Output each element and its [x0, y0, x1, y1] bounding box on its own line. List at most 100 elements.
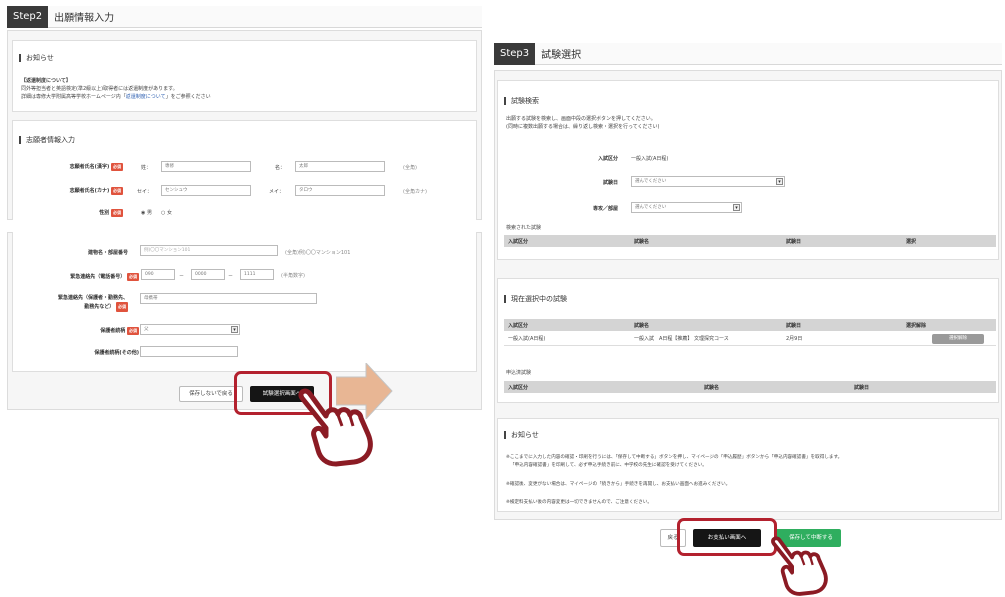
phone-dash-1: －: [179, 273, 185, 279]
step3-notice-line4: ※検定料支払い後の内容変更は一切できませんので、ご注意ください。: [506, 500, 652, 505]
kanji-note: (全角): [403, 165, 417, 171]
required-badge: 必須: [127, 273, 139, 281]
step3-title: 試験選択: [541, 50, 582, 61]
col-category: 入試区分: [508, 385, 529, 391]
phone-note: (半角数字): [281, 273, 305, 279]
select-chevron-icon: ▾: [776, 178, 783, 185]
building-input[interactable]: 例)〇〇マンション101: [140, 245, 278, 256]
table-row: 一般入試(A日程) 一般入試 A日程【推薦】 文理探究コース 2月9日 選択解除: [504, 332, 996, 346]
phone-dash-2: －: [228, 273, 234, 279]
step2-header: Step2 出願情報入力: [7, 5, 482, 28]
search-desc-1: 出願する試験を検索し、画面中段の選択ボタンを押してください。: [506, 116, 656, 122]
guardian-relation-other-input[interactable]: [140, 346, 238, 357]
row-exam-date: 2月9日: [786, 336, 803, 342]
emergency-name-input[interactable]: 母携帯: [140, 293, 317, 304]
col-exam-name: 試験名: [704, 385, 720, 391]
required-badge: 必須: [116, 302, 128, 312]
guardian-card: 建物名・部屋番号 例)〇〇マンション101 (全角)例)〇〇マンション101 緊…: [12, 232, 477, 372]
right-arrow-icon: [336, 363, 393, 419]
step3-badge: Step3: [494, 42, 536, 65]
surname-kana-input[interactable]: センシュウ: [161, 185, 251, 196]
col-deselect: 選択解除: [906, 323, 927, 329]
surname-kanji-prefix: 姓：: [141, 165, 152, 171]
exam-date-select[interactable]: 選んでください ▾: [631, 176, 785, 187]
notice-line1: 同外等担当者と英語検定(準2級以上)取得者には返還制度があります。: [21, 86, 178, 92]
step3-notice-line2: 「申込内容確認書」を印刷して、必ず申込手続き前に、中学校の先生に確認を受けてくだ…: [510, 463, 707, 468]
exam-category-label: 入試区分: [597, 156, 618, 162]
course-label: 専攻／部屋: [592, 206, 618, 212]
step2-notice-title: お知らせ: [19, 54, 54, 62]
step3-notice-line3: ※確認後、変更がない場合は、マイページの「続きから」手続きを再開し、お支払い画面…: [506, 482, 731, 487]
guardian-relation-label: 保護者続柄 必須: [100, 327, 139, 335]
given-kana-prefix: メイ：: [269, 189, 285, 195]
deselect-button[interactable]: 選択解除: [932, 334, 984, 344]
applicant-info-card: 志願者情報入力 志願者氏名(漢字) 必須 姓： 専修 名： 太郎 (全角) 志願…: [12, 120, 477, 220]
exam-search-title: 試験検索: [504, 97, 539, 105]
name-kanji-label: 志願者氏名(漢字) 必須: [69, 163, 123, 171]
current-selection-card: 現在選択中の試験 入試区分 試験名 試験日 選択解除 一般入試(A日程) 一般入…: [497, 278, 999, 403]
step3-notice-line1: ※ここまでに入力した内容の確認・印刷を行うには、「保存して中断する」ボタンを押し…: [506, 455, 843, 460]
search-results-label: 検索された試験: [506, 225, 542, 231]
col-select: 選択: [906, 239, 917, 245]
gender-label: 性別 必須: [99, 209, 123, 217]
select-chevron-icon: ▾: [733, 204, 740, 211]
name-kana-label: 志願者氏名(カナ) 必須: [69, 187, 123, 195]
col-category: 入試区分: [508, 239, 529, 245]
notice-heading: 【返還制度について】: [21, 78, 71, 84]
step3-notice-card: お知らせ ※ここまでに入力した内容の確認・印刷を行うには、「保存して中断する」ボ…: [497, 418, 999, 512]
step2-title: 出願情報入力: [54, 13, 115, 24]
kana-note: (全角カナ): [403, 189, 427, 195]
step2-notice-card: お知らせ 【返還制度について】 同外等担当者と英語検定(準2級以上)取得者には返…: [12, 40, 477, 112]
search-desc-2: (同時に複数出願する場合は、繰り返し検索・選択を行ってください): [506, 124, 660, 130]
emergency-name-label: 緊急連絡先（保護者・勤務先、 勤務先など） 必須: [57, 295, 128, 312]
exam-search-card: 試験検索 出願する試験を検索し、画面中段の選択ボタンを押してください。 (同時に…: [497, 80, 999, 260]
building-note: (全角)例)〇〇マンション101: [285, 250, 351, 256]
step3-header: Step3 試験選択: [494, 42, 1002, 65]
select-chevron-icon: ▾: [231, 326, 238, 333]
radio-checked-icon: ◉: [141, 210, 146, 216]
given-kana-input[interactable]: タロウ: [295, 185, 385, 196]
surname-kanji-input[interactable]: 専修: [161, 161, 251, 172]
col-exam-name: 試験名: [634, 323, 650, 329]
step2-badge: Step2: [7, 5, 49, 28]
row-exam-name: 一般入試 A日程【推薦】 文理探究コース: [634, 336, 729, 342]
building-label: 建物名・部屋番号: [87, 250, 128, 256]
phone-part2-input[interactable]: 0000: [191, 269, 225, 280]
required-badge: 必須: [127, 327, 139, 335]
applied-exams-label: 申込済試験: [506, 370, 532, 376]
col-exam-name: 試験名: [634, 239, 650, 245]
given-kanji-input[interactable]: 太郎: [295, 161, 385, 172]
guardian-relation-other-label: 保護者続柄(その他): [94, 350, 139, 356]
gender-female-radio[interactable]: ○ 女: [161, 209, 172, 216]
notice-line2-suffix: 」をご参照ください: [165, 94, 211, 100]
required-badge: 必須: [111, 163, 123, 171]
selected-header: 入試区分 試験名 試験日 選択解除: [504, 319, 996, 331]
col-exam-date: 試験日: [786, 239, 802, 245]
search-results-header: 入試区分 試験名 試験日 選択: [504, 235, 996, 247]
phone-part1-input[interactable]: 090: [141, 269, 175, 280]
row-category: 一般入試(A日程): [508, 336, 546, 342]
applied-header: 入試区分 試験名 試験日: [504, 381, 996, 393]
col-category: 入試区分: [508, 323, 529, 329]
step3-notice-title: お知らせ: [504, 431, 539, 439]
required-badge: 必須: [111, 209, 123, 217]
required-badge: 必須: [111, 187, 123, 195]
guardian-relation-select[interactable]: 父 ▾: [140, 324, 240, 335]
exam-date-label: 試験日: [602, 180, 618, 186]
exam-category-value: 一般入試(A日程): [631, 156, 669, 162]
refund-link[interactable]: 返還制度について: [126, 94, 166, 100]
course-select[interactable]: 選んでください ▾: [631, 202, 742, 213]
surname-kana-prefix: セイ：: [137, 189, 153, 195]
radio-unchecked-icon: ○: [161, 210, 166, 216]
notice-line2: 詳細は専修大学附属高等学校ホームページ内「返還制度について」をご参照ください: [21, 93, 211, 100]
emergency-phone-label: 緊急連絡先（電話番号） 必須: [70, 273, 139, 281]
phone-part3-input[interactable]: 1111: [240, 269, 274, 280]
col-exam-date: 試験日: [786, 323, 802, 329]
current-selection-title: 現在選択中の試験: [504, 295, 567, 303]
col-exam-date: 試験日: [854, 385, 870, 391]
gender-male-radio[interactable]: ◉ 男: [141, 209, 152, 216]
notice-line2-prefix: 詳細は専修大学附属高等学校ホームページ内「: [21, 94, 126, 100]
applicant-info-title: 志願者情報入力: [19, 136, 75, 144]
pointing-hand-icon: [771, 536, 828, 596]
given-kanji-prefix: 名：: [275, 165, 286, 171]
